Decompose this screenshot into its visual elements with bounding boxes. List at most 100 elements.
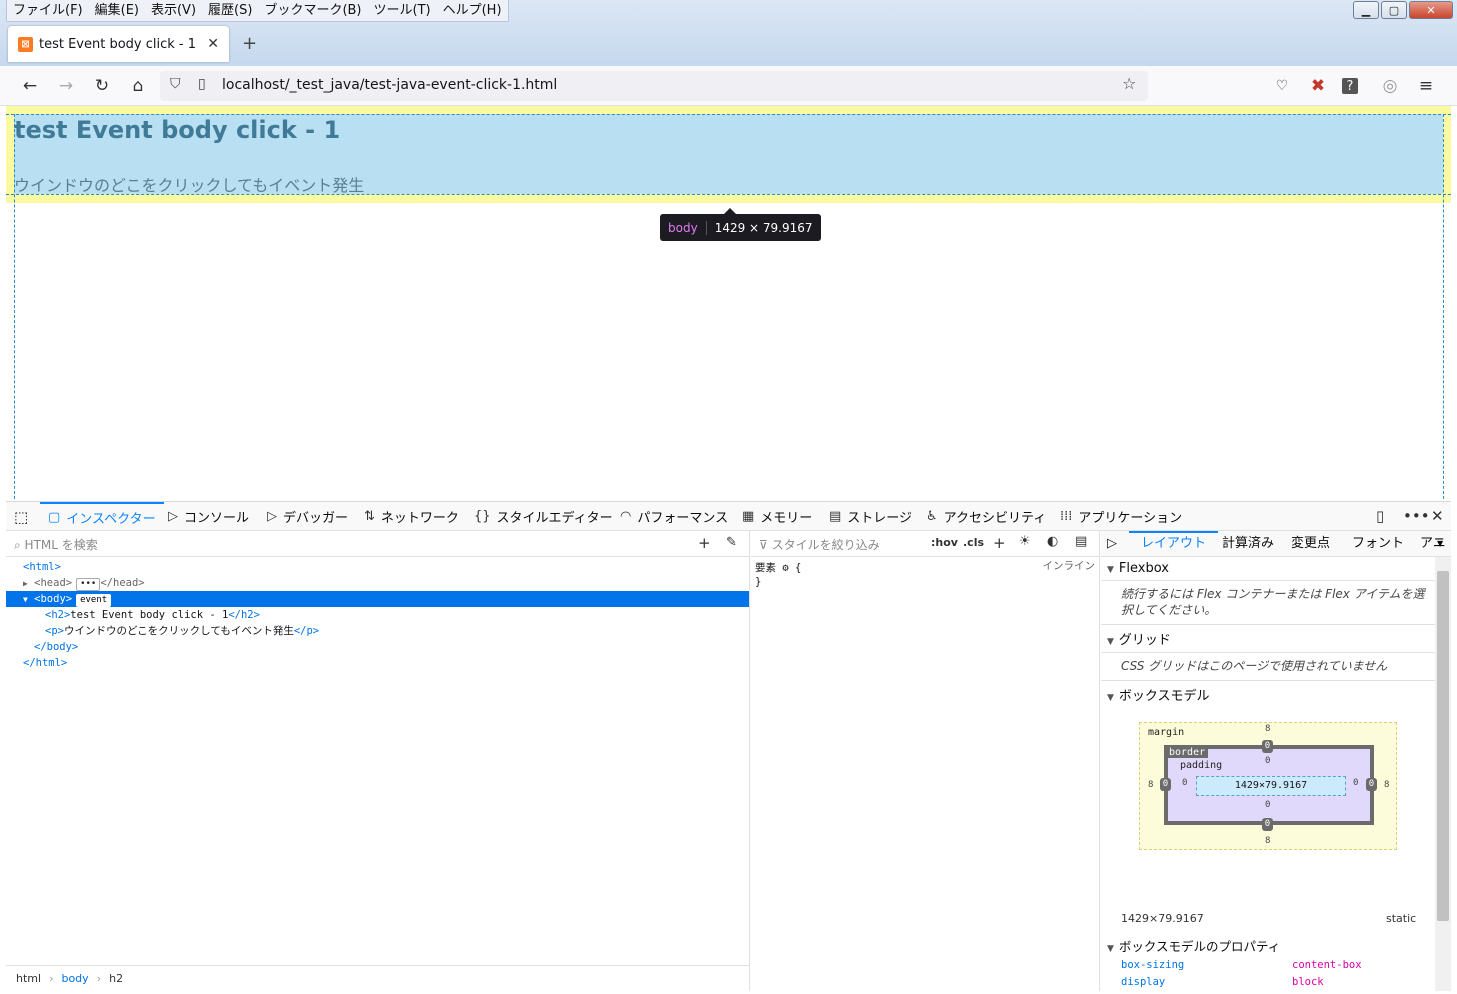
add-node-icon[interactable]: +	[698, 534, 711, 552]
expand-triangle-icon[interactable]: ▶	[23, 579, 28, 588]
event-badge[interactable]: event	[76, 594, 112, 607]
home-icon[interactable]: ⌂	[126, 74, 150, 98]
margin-bottom-value[interactable]: 8	[1265, 836, 1270, 846]
app-menu-icon[interactable]: ≡	[1414, 74, 1438, 98]
flexbox-section-header[interactable]: ▼ Flexbox	[1101, 557, 1451, 581]
account-icon[interactable]: ◎	[1378, 74, 1402, 98]
url-text[interactable]: localhost/_test_java/test-java-event-cli…	[222, 77, 557, 93]
boxmodel-props-header[interactable]: ▼ ボックスモデルのプロパティ	[1101, 932, 1451, 959]
back-arrow-icon[interactable]: ←	[18, 74, 42, 98]
box-model-content[interactable]: 1429×79.9167	[1196, 776, 1346, 796]
hov-button[interactable]: :hov	[931, 536, 958, 549]
rule-source[interactable]: インライン	[1043, 559, 1096, 573]
menu-bookmarks[interactable]: ブックマーク(B)	[258, 0, 367, 21]
shield-icon[interactable]: ⛉	[170, 76, 181, 92]
gear-icon[interactable]: ⚙	[782, 562, 788, 574]
scrollbar-thumb[interactable]	[1437, 571, 1449, 921]
breadcrumb-html[interactable]: html	[16, 972, 41, 985]
tab-close-icon[interactable]: ✕	[207, 36, 219, 52]
tree-node-body-close[interactable]: </body>	[6, 639, 749, 655]
pick-element-icon[interactable]: ⬚	[14, 502, 28, 531]
tab-style-editor[interactable]: {} スタイルエディター	[474, 502, 613, 531]
menu-tools[interactable]: ツール(T)	[368, 0, 437, 21]
dark-theme-icon[interactable]: ◐	[1047, 534, 1058, 549]
cls-button[interactable]: .cls	[963, 536, 984, 549]
tab-layout[interactable]: レイアウト	[1129, 531, 1219, 557]
print-media-icon[interactable]: ▤	[1075, 534, 1087, 549]
tab-application[interactable]: ⁞⁞⁞ アプリケーション	[1060, 502, 1182, 531]
tab-memory[interactable]: ▦ メモリー	[742, 502, 812, 531]
border-top-value[interactable]: 0	[1262, 740, 1273, 753]
box-model-margin[interactable]: margin 8 8 8 8 border padding 0 0 0 0 14…	[1139, 722, 1397, 850]
tab-fonts[interactable]: フォント	[1352, 531, 1404, 557]
box-dimensions: 1429×79.9167	[1121, 912, 1204, 925]
box-model-border[interactable]: border padding 0 0 0 0 1429×79.9167	[1164, 745, 1374, 825]
tab-accessibility[interactable]: ♿ アクセシビリティ	[926, 502, 1046, 531]
collapse-triangle-icon[interactable]: ▼	[23, 595, 28, 604]
padding-right-value[interactable]: 0	[1353, 778, 1358, 788]
light-theme-icon[interactable]: ☀	[1019, 534, 1031, 549]
browser-tab[interactable]: ⊠ test Event body click - 1 ✕	[8, 26, 229, 62]
dock-toggle-icon[interactable]: ▯	[1376, 507, 1384, 525]
tab-changes[interactable]: 変更点	[1291, 531, 1330, 557]
sidebar-toggle-icon[interactable]: ▷	[1107, 535, 1117, 561]
margin-top-value[interactable]: 8	[1265, 724, 1270, 734]
border-left-value[interactable]: 0	[1160, 778, 1171, 791]
more-options-icon[interactable]: •••	[1403, 507, 1430, 525]
eyedropper-icon[interactable]: ✎	[726, 535, 737, 550]
grid-section-header[interactable]: ▼ グリッド	[1101, 625, 1451, 653]
pocket-icon[interactable]: ♡	[1270, 74, 1294, 98]
property-row[interactable]: box-sizing content-box	[1101, 959, 1451, 976]
property-row[interactable]: display block	[1101, 976, 1451, 991]
styles-filter-input[interactable]: ⊽ スタイルを絞り込み	[759, 536, 880, 553]
bookmark-star-icon[interactable]: ☆	[1122, 74, 1136, 93]
boxmodel-section-header[interactable]: ▼ ボックスモデル	[1101, 681, 1451, 708]
tab-performance[interactable]: ◠ パフォーマンス	[620, 502, 728, 531]
maximize-button[interactable]: ▢	[1381, 1, 1407, 19]
forward-arrow-icon[interactable]: →	[54, 74, 78, 98]
extension-x-icon[interactable]: ✖	[1306, 74, 1330, 98]
minimize-button[interactable]: ▁	[1353, 1, 1379, 19]
ellipsis-badge[interactable]: •••	[76, 578, 101, 591]
help-extension-icon[interactable]: ?	[1342, 78, 1358, 94]
breadcrumb-body[interactable]: body	[61, 972, 88, 985]
layout-scrollbar[interactable]	[1435, 557, 1451, 991]
tree-node-p[interactable]: <p>ウインドウのどこをクリックしてもイベント発生</p>	[6, 623, 749, 639]
menu-edit[interactable]: 編集(E)	[89, 0, 145, 21]
tab-network[interactable]: ⇅ ネットワーク	[364, 502, 459, 531]
url-bar[interactable]: ⛉ ▯ localhost/_test_java/test-java-event…	[160, 71, 1148, 101]
reload-icon[interactable]: ↻	[90, 74, 114, 98]
menu-help[interactable]: ヘルプ(H)	[437, 0, 508, 21]
padding-left-value[interactable]: 0	[1182, 778, 1187, 788]
margin-right-value[interactable]: 8	[1384, 780, 1389, 790]
new-tab-button[interactable]: +	[242, 33, 257, 54]
html-search-input[interactable]: ⌕ HTML を検索	[14, 536, 98, 553]
border-bottom-value[interactable]: 0	[1262, 818, 1273, 831]
tab-debugger[interactable]: ▷ デバッガー	[267, 502, 348, 531]
tabs-overflow-icon[interactable]: ▼	[1437, 531, 1443, 557]
menu-view[interactable]: 表示(V)	[145, 0, 202, 21]
border-right-value[interactable]: 0	[1366, 778, 1377, 791]
page-info-icon[interactable]: ▯	[198, 76, 206, 92]
breadcrumb-h2[interactable]: h2	[109, 972, 123, 985]
tree-node-html[interactable]: <html>	[6, 559, 749, 575]
tree-node-html-close[interactable]: </html>	[6, 655, 749, 671]
window-close-button[interactable]: ✕	[1409, 1, 1453, 19]
tree-node-body-selected[interactable]: ▼ <body> event	[6, 591, 749, 607]
padding-bottom-value[interactable]: 0	[1265, 800, 1270, 810]
menu-file[interactable]: ファイル(F)	[7, 0, 89, 21]
tab-inspector[interactable]: ▢ インスペクター	[40, 502, 164, 531]
tab-computed[interactable]: 計算済み	[1222, 531, 1274, 557]
tree-node-head[interactable]: ▶ <head> ••• </head>	[6, 575, 749, 591]
tree-node-h2[interactable]: <h2>test Event body click - 1</h2>	[6, 607, 749, 623]
tab-storage[interactable]: ▤ ストレージ	[829, 502, 912, 531]
menu-history[interactable]: 履歴(S)	[202, 0, 258, 21]
margin-left-value[interactable]: 8	[1148, 780, 1153, 790]
application-grid-icon: ⁞⁞⁞	[1060, 509, 1073, 524]
devtools-close-icon[interactable]: ✕	[1431, 507, 1444, 525]
add-rule-icon[interactable]: +	[993, 534, 1006, 552]
tab-console[interactable]: ▷ コンソール	[168, 502, 249, 531]
page-viewport[interactable]: test Event body click - 1 ウインドウのどこをクリックし…	[6, 106, 1451, 501]
padding-top-value[interactable]: 0	[1265, 756, 1270, 766]
element-rule[interactable]: 要素 ⚙ { } インライン	[751, 557, 1099, 593]
